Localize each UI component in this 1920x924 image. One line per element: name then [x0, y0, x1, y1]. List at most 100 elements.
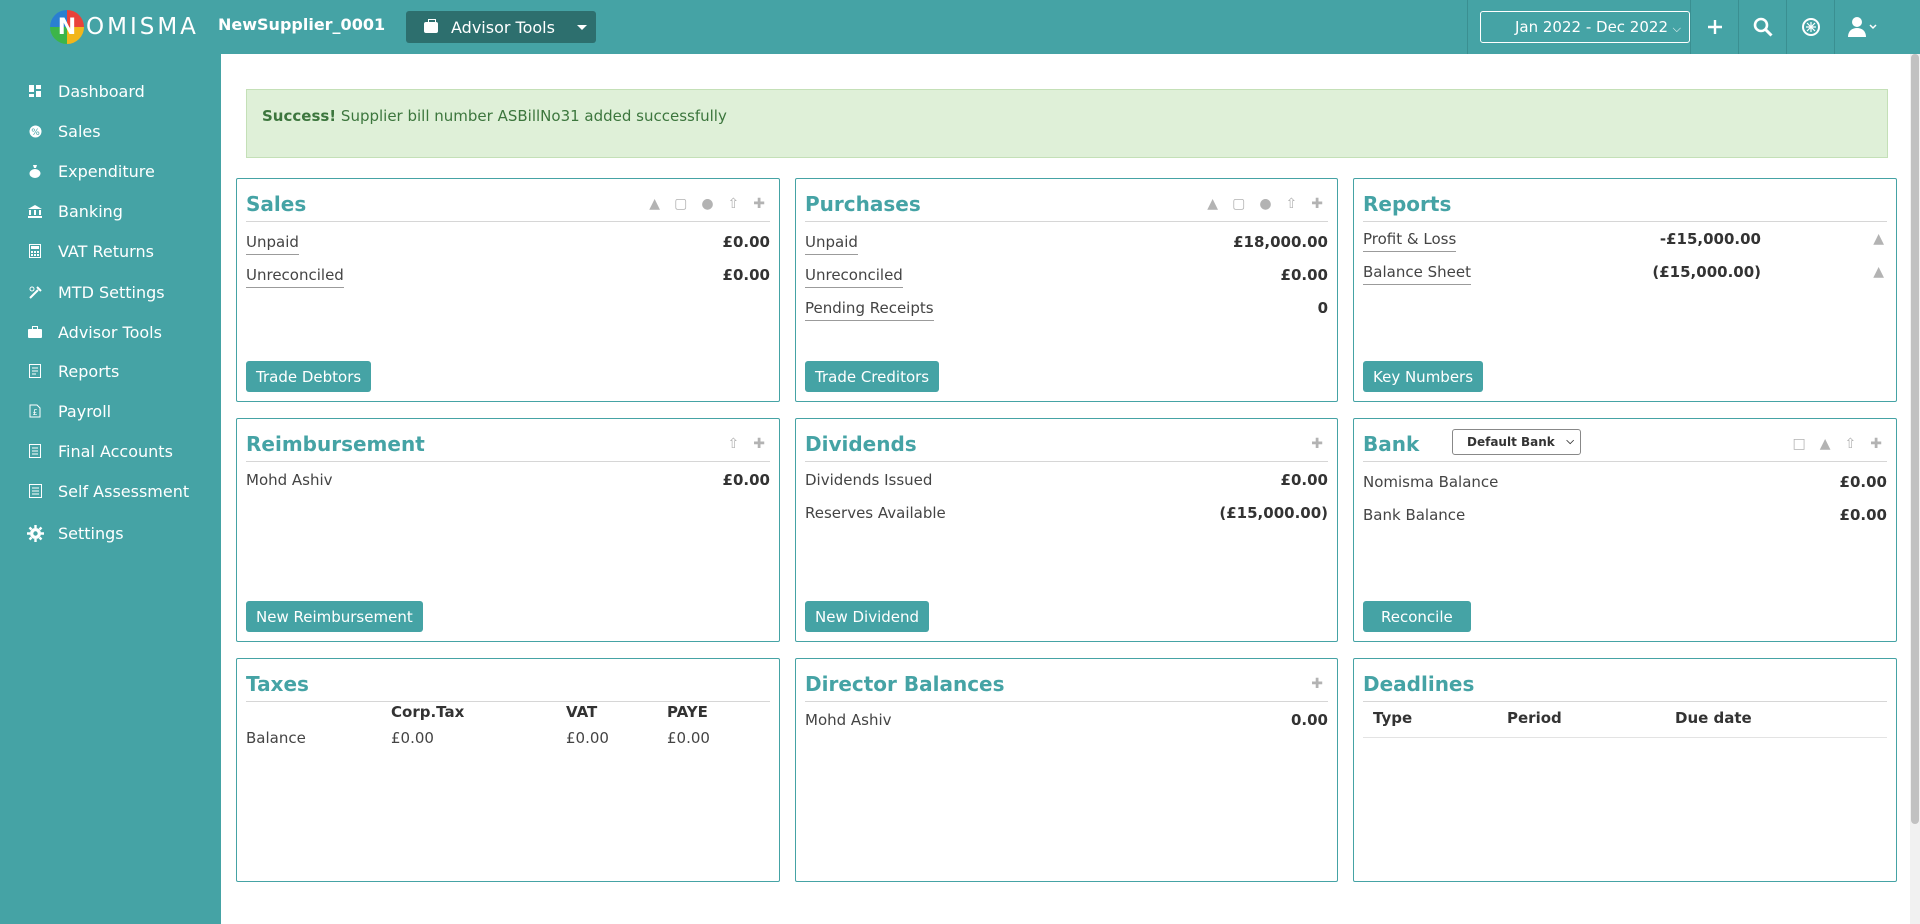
trade-debtors-button[interactable]: Trade Debtors — [246, 361, 372, 392]
panel-title: Dividends — [805, 432, 917, 456]
purchases-panel: Purchases ▲ ▢ ● ⇧ ✚ Unpaid £18,000.00 Un… — [795, 178, 1338, 402]
user-icon[interactable]: ● — [701, 196, 713, 212]
divider — [1363, 221, 1887, 222]
director-row: Mohd Ashiv 0.00 — [805, 711, 1328, 733]
add-icon[interactable]: ✚ — [1311, 436, 1323, 452]
corp-tax-value: £0.00 — [391, 729, 434, 747]
search-icon[interactable] — [1738, 0, 1786, 54]
column-header: Corp.Tax — [391, 703, 465, 721]
sidebar-item-banking[interactable]: Banking — [0, 193, 221, 229]
key-numbers-button[interactable]: Key Numbers — [1363, 361, 1484, 392]
panel-title: Reimbursement — [246, 432, 425, 456]
column-header: VAT — [566, 703, 598, 721]
divider — [805, 701, 1328, 702]
sales-unpaid-row[interactable]: Unpaid £0.00 — [246, 233, 770, 255]
divider — [805, 461, 1328, 462]
row-label[interactable]: Unreconciled — [246, 266, 344, 288]
scrollbar[interactable] — [1910, 54, 1920, 924]
sidebar-item-final-accounts[interactable]: Final Accounts — [0, 433, 221, 469]
row-label[interactable]: Unreconciled — [805, 266, 903, 288]
divider — [1363, 737, 1887, 738]
row-value: £0.00 — [1280, 471, 1328, 489]
paye-value: £0.00 — [667, 729, 710, 747]
document-icon[interactable]: ▢ — [1232, 196, 1245, 212]
add-icon[interactable]: ✚ — [1311, 196, 1323, 212]
profit-loss-row[interactable]: Profit & Loss -£15,000.00 — [1363, 230, 1761, 252]
reimbursement-panel: Reimbursement ⇧ ✚ Mohd Ashiv £0.00 New R… — [236, 418, 780, 642]
chart-icon[interactable]: ▲ — [1873, 231, 1884, 247]
column-header: Type — [1373, 709, 1413, 727]
advisor-tools-dropdown[interactable]: Advisor Tools — [406, 11, 596, 43]
chart-icon[interactable]: ▲ — [649, 196, 660, 212]
sidebar-item-label: Sales — [58, 121, 101, 141]
period-select[interactable]: Jan 2022 - Dec 2022 ⌵ — [1480, 11, 1690, 43]
new-reimbursement-button[interactable]: New Reimbursement — [246, 601, 423, 632]
purchases-unreconciled-row[interactable]: Unreconciled £0.00 — [805, 266, 1328, 288]
upload-icon[interactable]: ⇧ — [1845, 436, 1857, 452]
add-icon[interactable]: ✚ — [1870, 436, 1882, 452]
bank-balance-row: Bank Balance £0.00 — [1363, 506, 1887, 528]
sidebar-item-self-assessment[interactable]: Self Assessment — [0, 473, 221, 509]
panel-actions: ▲ ▢ ● ⇧ ✚ — [649, 196, 765, 212]
sidebar-item-label: Reports — [58, 361, 120, 381]
row-label[interactable]: Pending Receipts — [805, 299, 934, 321]
add-icon[interactable]: ✚ — [753, 196, 765, 212]
sidebar-item-dashboard[interactable]: Dashboard — [0, 73, 221, 109]
assessment-icon — [28, 484, 42, 498]
row-label: Balance — [246, 729, 306, 747]
chart-icon[interactable]: ▲ — [1820, 436, 1831, 452]
sales-unreconciled-row[interactable]: Unreconciled £0.00 — [246, 266, 770, 288]
bank-select[interactable]: Default Bank ⌵ — [1452, 429, 1581, 455]
row-value: £0.00 — [722, 471, 770, 489]
sidebar-item-label: VAT Returns — [58, 241, 154, 261]
chart-icon[interactable]: ▲ — [1207, 196, 1218, 212]
add-icon[interactable]: ✚ — [753, 436, 765, 452]
hmrc-crest-icon[interactable] — [1786, 0, 1834, 54]
sidebar-item-advisor-tools[interactable]: Advisor Tools — [0, 314, 221, 350]
sidebar-item-label: Banking — [58, 201, 123, 221]
bank-icon[interactable]: □ — [1793, 436, 1806, 452]
sidebar-item-settings[interactable]: Settings — [0, 515, 221, 551]
row-label: Mohd Ashiv — [246, 471, 333, 489]
divider — [246, 701, 770, 702]
panel-actions: ▲ ▢ ● ⇧ ✚ — [1207, 196, 1323, 212]
sidebar-item-reports[interactable]: Reports — [0, 353, 221, 389]
reconcile-button[interactable]: Reconcile — [1363, 601, 1471, 632]
sidebar-item-mtd-settings[interactable]: MTD Settings — [0, 274, 221, 310]
sales-panel: Sales ▲ ▢ ● ⇧ ✚ Unpaid £0.00 Unreconcile… — [236, 178, 780, 402]
sidebar-item-payroll[interactable]: £ Payroll — [0, 393, 221, 429]
scrollbar-thumb[interactable] — [1911, 54, 1919, 824]
purchases-unpaid-row[interactable]: Unpaid £18,000.00 — [805, 233, 1328, 255]
upload-icon[interactable]: ⇧ — [728, 436, 740, 452]
sidebar-item-sales[interactable]: % Sales — [0, 113, 221, 149]
panel-title: Purchases — [805, 192, 921, 216]
new-dividend-button[interactable]: New Dividend — [805, 601, 930, 632]
user-icon[interactable]: ● — [1259, 196, 1271, 212]
upload-icon[interactable]: ⇧ — [728, 196, 740, 212]
row-label[interactable]: Balance Sheet — [1363, 263, 1471, 285]
divider — [1363, 701, 1887, 702]
sidebar-item-vat-returns[interactable]: VAT Returns — [0, 233, 221, 269]
divider — [1363, 461, 1887, 462]
alert-message: Supplier bill number ASBillNo31 added su… — [340, 107, 727, 125]
trade-creditors-button[interactable]: Trade Creditors — [805, 361, 940, 392]
add-icon[interactable] — [1690, 0, 1738, 54]
accounts-icon — [28, 444, 42, 458]
row-label[interactable]: Unpaid — [805, 233, 858, 255]
upload-icon[interactable]: ⇧ — [1286, 196, 1298, 212]
nomisma-logo[interactable]: N OMISMA — [50, 10, 199, 44]
sidebar-item-label: MTD Settings — [58, 282, 165, 302]
user-menu-icon[interactable] — [1834, 0, 1888, 54]
document-icon[interactable]: ▢ — [674, 196, 687, 212]
row-label[interactable]: Profit & Loss — [1363, 230, 1457, 252]
balance-sheet-row[interactable]: Balance Sheet (£15,000.00) — [1363, 263, 1761, 285]
panel-actions: □ ▲ ⇧ ✚ — [1793, 436, 1882, 452]
deadlines-panel: Deadlines Type Period Due date — [1353, 658, 1897, 882]
sidebar-item-expenditure[interactable]: Expenditure — [0, 153, 221, 189]
chart-icon[interactable]: ▲ — [1873, 264, 1884, 280]
vat-value: £0.00 — [566, 729, 609, 747]
row-label[interactable]: Unpaid — [246, 233, 299, 255]
purchases-pending-receipts-row[interactable]: Pending Receipts 0 — [805, 299, 1328, 321]
period-select-value: Jan 2022 - Dec 2022 — [1515, 18, 1668, 36]
add-icon[interactable]: ✚ — [1311, 676, 1323, 692]
